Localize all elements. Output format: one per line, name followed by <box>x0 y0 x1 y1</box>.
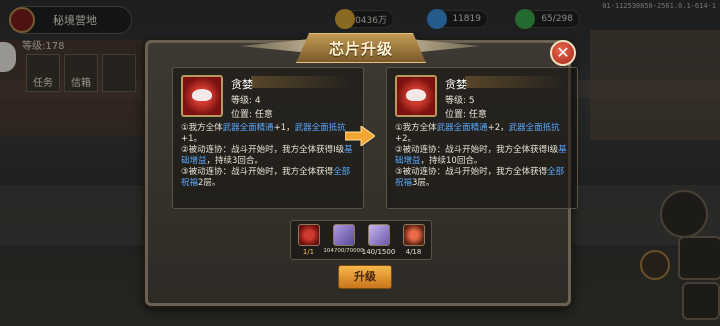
upgrade-button[interactable]: 升级 <box>338 265 392 289</box>
material-item[interactable]: 1/1 <box>293 224 325 256</box>
arrow-right-icon <box>345 126 375 146</box>
material-count: 1/1 <box>302 248 315 256</box>
next-chip-panel: 贪婪 等级: 5 位置: 任意 ①我方全体武器全面精通+2，武器全面抵抗+2。 … <box>386 67 578 209</box>
chip-position: 位置: 任意 <box>445 110 487 120</box>
material-count: 4/18 <box>405 248 422 256</box>
material-count: 140/1500 <box>361 248 396 256</box>
chip-material-icon <box>297 224 320 246</box>
crystal-material-icon <box>332 224 355 246</box>
core-material-icon <box>402 224 425 246</box>
chip-name: 贪婪 <box>445 78 467 91</box>
material-count: 104700/70000 <box>323 248 364 254</box>
chip-description: ①我方全体武器全面精通+2，武器全面抵抗+2。 ②被动连协：战斗开始时，我方全体… <box>395 123 567 188</box>
material-item[interactable]: 104700/70000 <box>323 224 364 254</box>
material-item[interactable]: 140/1500 <box>361 224 396 256</box>
materials-box: 1/1 104700/70000 140/1500 4/18 <box>290 220 432 260</box>
material-item[interactable]: 4/18 <box>398 224 430 256</box>
dialog-title-bar: 芯片升级 <box>240 33 480 63</box>
close-button[interactable]: ✕ <box>550 40 576 66</box>
chip-description: ①我方全体武器全面精通+1，武器全面抵抗+1。 ②被动连协：战斗开始时，我方全体… <box>181 123 353 188</box>
wing-decoration <box>240 39 310 53</box>
dialog-title: 芯片升级 <box>328 39 393 58</box>
chip-position: 位置: 任意 <box>231 110 273 120</box>
scroll-material-icon <box>367 224 390 246</box>
current-chip-panel: 贪婪 等级: 4 位置: 任意 ①我方全体武器全面精通+1，武器全面抵抗+1。 … <box>172 67 364 209</box>
chip-name: 贪婪 <box>231 78 253 91</box>
title-plate: 芯片升级 <box>296 33 426 63</box>
chip-icon <box>395 75 437 117</box>
chip-level: 等级: 5 <box>445 96 475 106</box>
chip-icon <box>181 75 223 117</box>
chip-level: 等级: 4 <box>231 96 261 106</box>
